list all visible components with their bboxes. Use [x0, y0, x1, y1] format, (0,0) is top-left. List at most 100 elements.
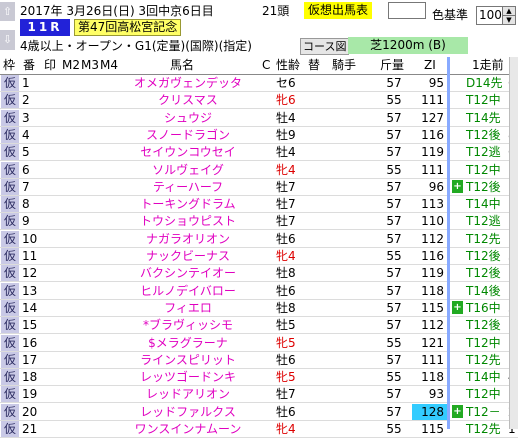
runner-count: 21頭 — [262, 4, 290, 18]
waku-cell: 仮 — [1, 144, 19, 161]
race-number: 11R — [20, 19, 70, 36]
carried-weight: 57 — [386, 197, 402, 212]
waku-cell: 仮 — [1, 265, 19, 282]
previous-run: T12後 — [466, 127, 501, 142]
table-row[interactable]: 仮12バクシンテイオー牡857119T12後1 — [0, 265, 518, 283]
horse-name[interactable]: トウショウピスト — [118, 213, 258, 229]
horse-name[interactable]: スノードラゴン — [118, 127, 258, 143]
table-row[interactable]: 仮7ティーハーフ牡75796+T12後1 — [0, 178, 518, 196]
previous-run: T12先 — [466, 422, 501, 436]
horse-name[interactable]: レッドファルクス — [118, 404, 258, 420]
horse-number: 14 — [22, 300, 38, 315]
waku-cell: 仮 — [1, 75, 19, 91]
sex-age: 牡7 — [276, 179, 296, 194]
table-row[interactable]: 仮3シュウジ牡457127T14先1 — [0, 109, 518, 127]
horse-name[interactable]: バクシンテイオー — [118, 265, 258, 281]
table-row[interactable]: 仮4スノードラゴン牡957116T12後8 — [0, 126, 518, 144]
carried-weight: 57 — [386, 110, 402, 125]
table-row[interactable]: 仮10ナガラオリオン牡657112T12先1 — [0, 230, 518, 248]
color-base-select[interactable]: 100 — [476, 6, 504, 25]
previous-run: T12逃 — [466, 214, 501, 229]
zi-index: 116 — [421, 249, 444, 263]
plus-icon: + — [452, 404, 463, 418]
previous-run: T12先 — [466, 231, 501, 246]
previous-run: T12後 — [466, 179, 501, 194]
carried-weight: 57 — [386, 387, 402, 402]
horse-name[interactable]: セイウンコウセイ — [118, 144, 258, 160]
carried-weight: 57 — [386, 404, 402, 419]
carried-weight: 55 — [386, 162, 402, 177]
horse-number: 6 — [22, 162, 30, 177]
sex-age: 牡6 — [276, 404, 296, 419]
horse-name[interactable]: ティーハーフ — [118, 179, 258, 195]
horse-name[interactable]: ヒルノデイバロー — [118, 283, 258, 299]
table-row[interactable]: 仮15*ブラヴィッシモ牡557112T12後1 — [0, 317, 518, 335]
carried-weight: 55 — [386, 422, 402, 436]
zi-index: 111 — [421, 93, 444, 108]
col-m2: M2 — [62, 58, 80, 72]
horse-name[interactable]: フィエロ — [118, 300, 258, 316]
horse-name[interactable]: ワンスインナムーン — [118, 421, 258, 437]
previous-run: T12後 — [466, 249, 501, 263]
table-row[interactable]: 仮18レッツゴードンキ牝555118T14中4 — [0, 369, 518, 387]
vertical-scrollbar[interactable] — [509, 57, 518, 429]
table-row[interactable]: 仮2クリスマス牝655111T12中1 — [0, 92, 518, 110]
horse-name[interactable]: $メラグラーナ — [118, 335, 258, 351]
table-row[interactable]: 仮9トウショウピスト牡757110T12逃1 — [0, 213, 518, 231]
sex-age: 牝5 — [276, 335, 296, 350]
sex-age: 牡8 — [276, 300, 296, 315]
table-row[interactable]: 仮19レッドアリオン牡75793T12中1 — [0, 386, 518, 404]
horse-name[interactable]: ナックビーナス — [118, 248, 258, 264]
sex-age: 牡4 — [276, 110, 296, 125]
previous-run: T16中 — [466, 300, 501, 315]
table-row[interactable]: 仮16$メラグラーナ牝555121T12中1 — [0, 334, 518, 352]
carried-weight: 57 — [386, 214, 402, 229]
nav-up-button[interactable]: ⇧ — [0, 2, 15, 21]
previous-run: T12－ — [466, 404, 501, 419]
waku-cell: 仮 — [1, 196, 19, 213]
carried-weight: 55 — [386, 93, 402, 108]
nav-down-button[interactable]: ⇩ — [0, 30, 15, 50]
waku-cell: 仮 — [1, 248, 19, 264]
sex-age: 牡5 — [276, 318, 296, 333]
horse-name[interactable]: トーキングドラム — [118, 196, 258, 212]
col-sex-age: 性齢 — [276, 58, 301, 72]
previous-run: T12中 — [466, 335, 501, 350]
waku-cell: 仮 — [1, 213, 19, 230]
horse-name[interactable]: ソルヴェイグ — [118, 162, 258, 178]
table-row[interactable]: 仮1オメガヴェンデッタセ65795D14先6 — [0, 75, 518, 92]
zi-index: 127 — [421, 110, 444, 125]
waku-cell: 仮 — [1, 334, 19, 351]
table-row[interactable]: 仮14フィエロ牡857115+T16中3 — [0, 299, 518, 317]
horse-name[interactable]: レッドアリオン — [118, 386, 258, 402]
course-map-button[interactable]: コース図 — [300, 38, 350, 55]
horse-name[interactable]: オメガヴェンデッタ — [118, 75, 258, 91]
sex-age: 牡6 — [276, 231, 296, 246]
horse-name[interactable]: ナガラオリオン — [118, 231, 258, 247]
table-row[interactable]: 仮11ナックビーナス牝455116T12後3 — [0, 248, 518, 265]
horse-name[interactable]: *ブラヴィッシモ — [118, 317, 258, 333]
sex-age: 牝5 — [276, 370, 296, 385]
zi-index: 118 — [421, 370, 444, 385]
table-row[interactable]: 仮5セイウンコウセイ牡457119T12逃6 — [0, 144, 518, 162]
carried-weight: 57 — [386, 179, 402, 194]
zi-index: 111 — [421, 162, 444, 177]
table-row[interactable]: 仮 21 ワンスインナムーン 牝4 55 115 T12先 1 — [0, 421, 518, 438]
horse-name[interactable]: シュウジ — [118, 110, 258, 126]
waku-cell: 仮 — [1, 386, 19, 403]
col-prev-run: 1走前 — [472, 58, 504, 72]
col-weight: 斤量 — [380, 58, 405, 72]
table-row[interactable]: 仮13ヒルノデイバロー牡657118T14後1 — [0, 282, 518, 300]
horse-name[interactable]: レッツゴードンキ — [118, 369, 258, 385]
carried-weight: 57 — [386, 266, 402, 281]
spin-down-icon[interactable]: ▼ — [502, 15, 516, 25]
horse-name[interactable]: ラインスピリット — [118, 352, 258, 368]
horse-name[interactable]: クリスマス — [118, 92, 258, 108]
table-row[interactable]: 仮8トーキングドラム牡757113T14中1 — [0, 196, 518, 214]
table-row[interactable]: 仮20レッドファルクス牡657128+T12－2 — [0, 403, 518, 421]
previous-run: D14先 — [466, 76, 503, 90]
horse-number: 11 — [22, 249, 38, 263]
waku-cell: 仮 — [1, 299, 19, 316]
table-row[interactable]: 仮17ラインスピリット牡657111T12先1 — [0, 351, 518, 369]
table-row[interactable]: 仮6ソルヴェイグ牝455111T12中1 — [0, 161, 518, 179]
